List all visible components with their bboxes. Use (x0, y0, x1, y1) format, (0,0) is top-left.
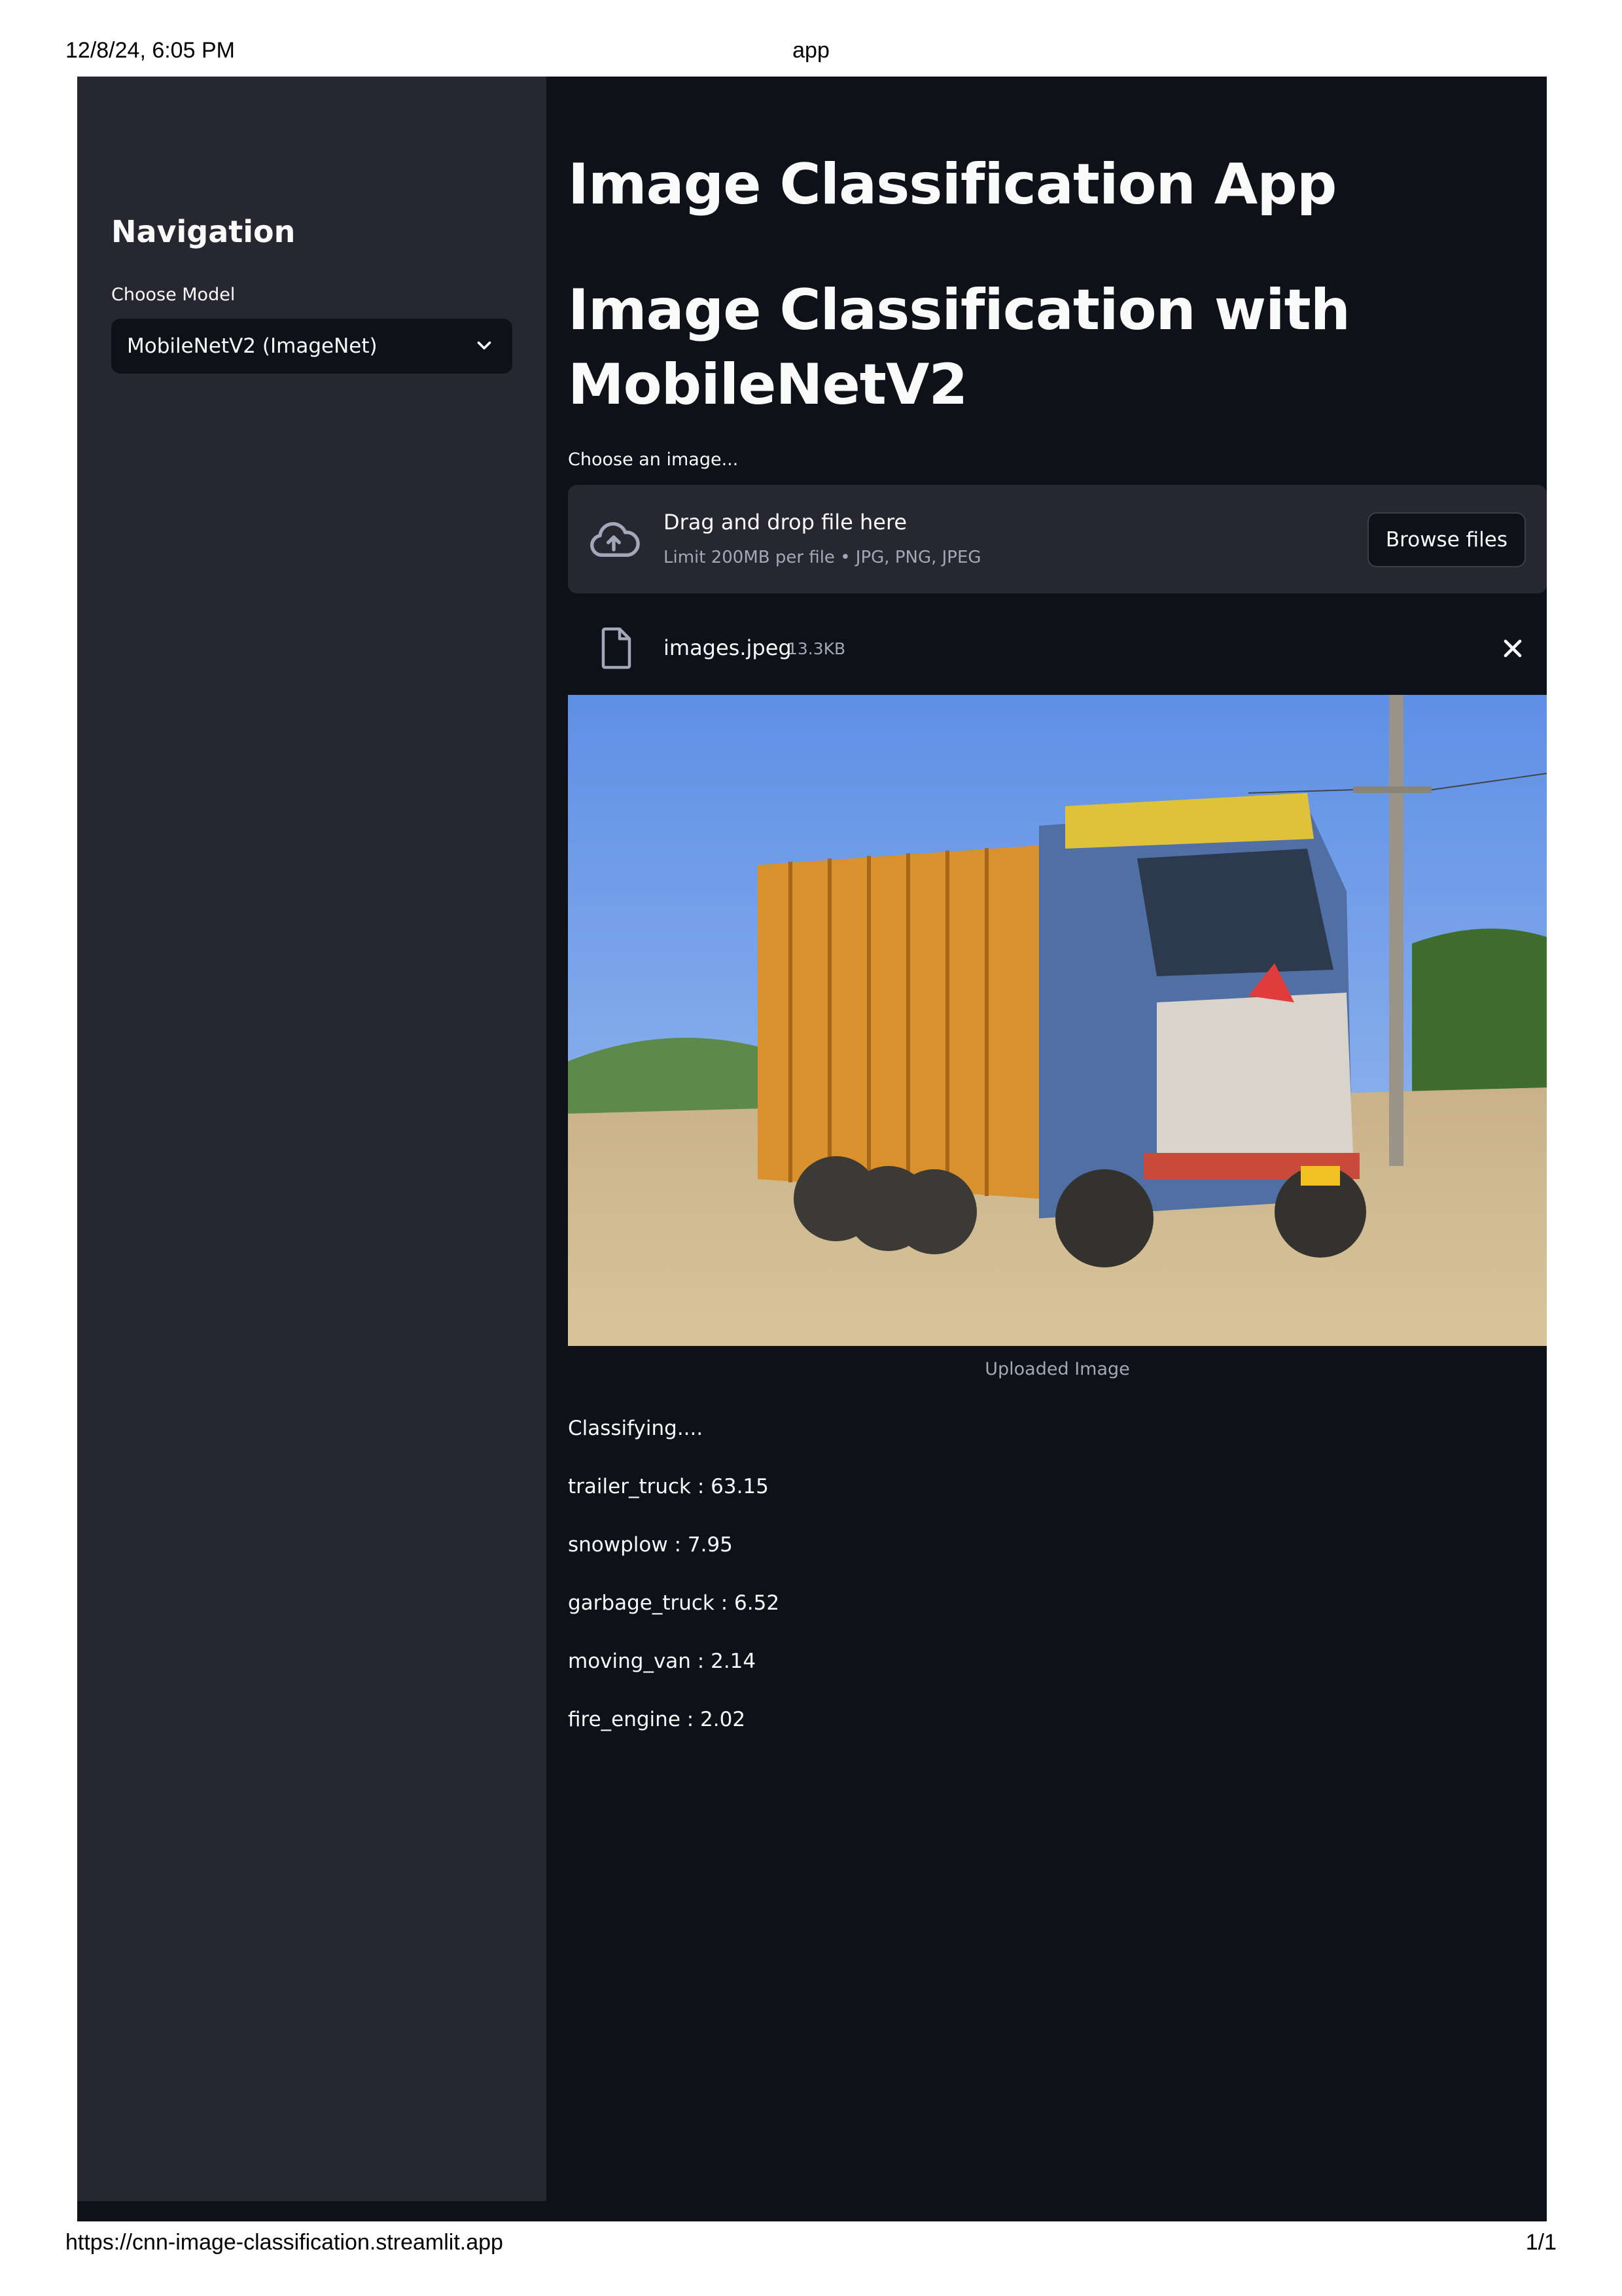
truck-photo (568, 695, 1547, 1346)
close-icon[interactable] (1498, 634, 1527, 663)
page-subtitle: Image Classification with MobileNetV2 (568, 277, 1350, 417)
uploaded-file-name: images.jpeg (663, 635, 792, 660)
sidebar-title: Navigation (111, 214, 296, 249)
print-url: https://cnn-image-classification.streaml… (65, 2230, 503, 2255)
uploader-label: Choose an image... (568, 450, 739, 470)
dropzone-text: Drag and drop file here (663, 510, 908, 535)
image-caption: Uploaded Image (985, 1359, 1130, 1379)
print-footer: https://cnn-image-classification.streaml… (0, 2230, 1622, 2269)
print-page-number: 1/1 (1525, 2230, 1557, 2255)
prediction-list: trailer_truck : 63.15 snowplow : 7.95 ga… (568, 1475, 779, 1766)
print-page-title: app (792, 38, 830, 63)
uploaded-image (568, 695, 1547, 1346)
file-icon (601, 627, 631, 669)
sidebar: Navigation Choose Model MobileNetV2 (Ima… (77, 77, 546, 2201)
prediction-item: snowplow : 7.95 (568, 1533, 733, 1557)
status-text: Classifying.... (568, 1417, 703, 1440)
chevron-down-icon (477, 341, 491, 350)
main-content: Image Classification App Image Classific… (568, 77, 1547, 2221)
dropzone-limit-text: Limit 200MB per file • JPG, PNG, JPEG (663, 548, 981, 567)
browse-files-button[interactable]: Browse files (1367, 512, 1526, 567)
prediction-item: garbage_truck : 6.52 (568, 1591, 780, 1615)
prediction-item: trailer_truck : 63.15 (568, 1475, 769, 1498)
streamlit-app: Navigation Choose Model MobileNetV2 (Ima… (77, 77, 1547, 2221)
uploaded-file-row: images.jpeg 13.3KB (568, 613, 1547, 685)
page-title: Image Classification App (568, 152, 1337, 217)
prediction-item: fire_engine : 2.02 (568, 1708, 746, 1731)
prediction-item: moving_van : 2.14 (568, 1650, 756, 1673)
print-header: 12/8/24, 6:05 PM app (0, 38, 1622, 77)
uploaded-file-size: 13.3KB (787, 639, 846, 658)
model-select-value: MobileNetV2 (ImageNet) (127, 334, 378, 358)
model-select[interactable]: MobileNetV2 (ImageNet) (111, 319, 512, 374)
model-select-label: Choose Model (111, 285, 236, 305)
file-dropzone[interactable]: Drag and drop file here Limit 200MB per … (568, 485, 1547, 593)
cloud-upload-icon (590, 521, 640, 557)
